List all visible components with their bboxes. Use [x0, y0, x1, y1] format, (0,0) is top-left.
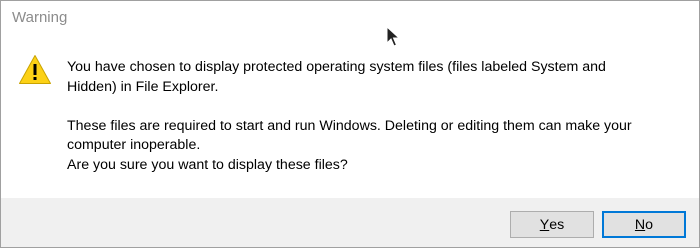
- message-line: computer inoperable.: [67, 137, 201, 153]
- yes-label-rest: es: [549, 216, 565, 233]
- message-text: You have chosen to display protected ope…: [67, 58, 687, 175]
- message-line: Hidden) in File Explorer.: [67, 78, 219, 95]
- title-bar[interactable]: Warning: [1, 1, 699, 35]
- dialog-title: Warning: [12, 9, 68, 26]
- warning-triangle-icon: [18, 54, 52, 90]
- mouse-pointer-icon: [386, 25, 401, 53]
- yes-mnemonic: Y: [539, 216, 550, 233]
- no-mnemonic: N: [634, 216, 646, 233]
- message-line: Are you sure you want to display these f…: [67, 156, 348, 173]
- button-bar: Yes No: [1, 198, 699, 247]
- message-line: These files are required to start and ru…: [67, 117, 632, 134]
- no-label-rest: o: [645, 216, 654, 233]
- warning-dialog: Warning You have chosen to display prote…: [0, 0, 700, 248]
- yes-button[interactable]: Yes: [510, 211, 594, 238]
- message-line: You have chosen to display protected ope…: [67, 59, 606, 75]
- no-button[interactable]: No: [602, 211, 686, 238]
